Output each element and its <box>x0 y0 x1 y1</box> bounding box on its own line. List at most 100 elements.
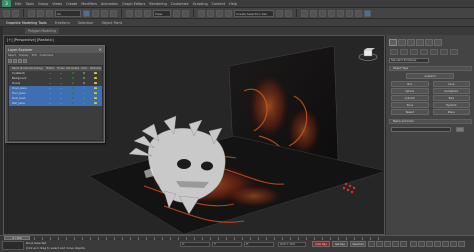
render-teapot-icon[interactable] <box>364 9 371 17</box>
key-filter-dropdown[interactable]: Selected <box>350 241 366 247</box>
color-cell[interactable] <box>79 82 89 85</box>
go-to-start-icon[interactable] <box>368 241 375 247</box>
menu-animation[interactable]: Animation <box>101 2 118 6</box>
menu-customize[interactable]: Customize <box>171 2 189 6</box>
shapes-icon[interactable] <box>400 49 408 55</box>
ribbon-toggle-icon[interactable] <box>310 9 317 17</box>
next-frame-icon[interactable] <box>392 241 399 247</box>
bind-space-warp-icon[interactable] <box>46 9 53 17</box>
link-icon[interactable] <box>28 9 35 17</box>
object-type-rollout[interactable]: Object Type <box>389 66 472 71</box>
scale-icon[interactable] <box>144 9 151 17</box>
previous-frame-icon[interactable] <box>376 241 383 247</box>
reference-coordinate-dropdown[interactable]: View <box>153 9 171 17</box>
menu-edit[interactable]: Edit <box>15 2 22 6</box>
cone-button[interactable]: Cone <box>432 81 470 87</box>
color-cell[interactable] <box>79 92 89 95</box>
menu-tools[interactable]: Tools <box>26 2 34 6</box>
layer-explorer-window[interactable]: Layer Explorer × Select Display Edit Cus… <box>5 45 105 143</box>
cylinder-button[interactable]: Cylinder <box>391 95 429 101</box>
radiosity-cell[interactable] <box>89 87 102 90</box>
mirror-icon[interactable] <box>276 9 283 17</box>
radiosity-cell[interactable] <box>89 72 102 75</box>
tab-object-paint[interactable]: Object Paint <box>101 21 122 25</box>
create-tab-icon[interactable] <box>389 39 397 46</box>
geosphere-button[interactable]: GeoSphere <box>432 88 470 94</box>
radiosity-cell[interactable] <box>89 92 102 95</box>
snaps-toggle-icon[interactable] <box>198 9 205 17</box>
pan-icon[interactable] <box>442 241 449 247</box>
display-tab-icon[interactable] <box>425 39 433 46</box>
frozen-cell[interactable]: — <box>56 92 67 95</box>
col-renderable[interactable]: Renderable <box>66 67 79 70</box>
viewport-label[interactable]: [+] [Perspective] [Realistic] <box>7 38 54 42</box>
torus-button[interactable]: Torus <box>391 102 429 108</box>
renderable-cell[interactable] <box>66 82 79 85</box>
helpers-icon[interactable] <box>430 49 438 55</box>
explorer-menu-select[interactable]: Select <box>8 54 16 57</box>
color-cell[interactable] <box>79 102 89 105</box>
box-button[interactable]: Box <box>391 81 429 87</box>
z-coordinate-field[interactable]: Z: <box>244 242 274 247</box>
renderable-cell[interactable] <box>66 77 79 80</box>
select-by-name-icon[interactable] <box>92 9 99 17</box>
radiosity-cell[interactable] <box>89 97 102 100</box>
renderable-cell[interactable] <box>66 72 79 75</box>
explorer-menu-customize[interactable]: Customize <box>40 54 54 57</box>
pivot-icon[interactable] <box>173 9 180 17</box>
col-name[interactable]: Name (Sorted Ascending) <box>9 67 45 70</box>
col-radiosity[interactable]: Radiosity <box>89 67 102 70</box>
menu-create[interactable]: Create <box>66 2 77 6</box>
radiosity-cell[interactable] <box>89 77 102 80</box>
render-setup-icon[interactable] <box>346 9 353 17</box>
col-frozen[interactable]: Frozen <box>56 67 67 70</box>
explorer-menu-display[interactable]: Display <box>19 54 29 57</box>
close-icon[interactable]: × <box>99 47 102 52</box>
radiosity-cell[interactable] <box>89 82 102 85</box>
unlink-icon[interactable] <box>37 9 44 17</box>
angle-snap-icon[interactable] <box>207 9 214 17</box>
curve-editor-icon[interactable] <box>319 9 326 17</box>
add-to-layer-icon[interactable] <box>18 59 22 63</box>
viewcube-icon[interactable] <box>358 48 378 62</box>
rectangular-selection-icon[interactable] <box>101 9 108 17</box>
y-coordinate-field[interactable]: Y: <box>212 242 242 247</box>
explorer-title-bar[interactable]: Layer Explorer × <box>6 46 104 53</box>
name-and-color-rollout[interactable]: Name and Color <box>389 119 472 124</box>
auto-key-button[interactable]: Auto Key <box>312 241 330 247</box>
autogrid-checkbox[interactable]: AutoGrid <box>406 73 454 79</box>
col-color[interactable]: Color <box>79 67 89 70</box>
space-warps-icon[interactable] <box>440 49 448 55</box>
teapot-button[interactable]: Teapot <box>391 109 429 115</box>
hidden-cell[interactable]: — <box>45 72 56 75</box>
rotate-icon[interactable] <box>135 9 142 17</box>
spinner-snap-icon[interactable] <box>225 9 232 17</box>
renderable-cell[interactable] <box>66 92 79 95</box>
tab-selection[interactable]: Selection <box>78 21 94 25</box>
frozen-cell[interactable]: — <box>56 102 67 105</box>
frozen-cell[interactable]: — <box>56 87 67 90</box>
frozen-cell[interactable]: — <box>56 97 67 100</box>
cameras-icon[interactable] <box>420 49 428 55</box>
redo-icon[interactable] <box>12 9 19 17</box>
menu-views[interactable]: Views <box>52 2 62 6</box>
renderable-cell[interactable] <box>66 102 79 105</box>
go-to-end-icon[interactable] <box>400 241 407 247</box>
menu-help[interactable]: Help <box>229 2 237 6</box>
named-selection-dropdown[interactable]: Create Selection Set <box>234 9 274 17</box>
motion-tab-icon[interactable] <box>416 39 424 46</box>
hidden-cell[interactable]: — <box>45 87 56 90</box>
renderable-cell[interactable] <box>66 97 79 100</box>
lights-icon[interactable] <box>410 49 418 55</box>
field-of-view-icon[interactable] <box>434 241 441 247</box>
delete-layer-icon[interactable] <box>13 59 17 63</box>
object-type-select[interactable]: Standard Primitives <box>389 58 429 63</box>
hidden-cell[interactable]: — <box>45 82 56 85</box>
geometry-icon[interactable] <box>390 49 398 55</box>
tab-freeform[interactable]: Freeform <box>55 21 70 25</box>
object-name-input[interactable] <box>391 127 451 132</box>
zoom-all-icon[interactable] <box>418 241 425 247</box>
col-hidden[interactable]: Hidden <box>45 67 56 70</box>
menu-modifiers[interactable]: Modifiers <box>81 2 96 6</box>
set-key-button[interactable]: Set Key <box>332 241 348 247</box>
